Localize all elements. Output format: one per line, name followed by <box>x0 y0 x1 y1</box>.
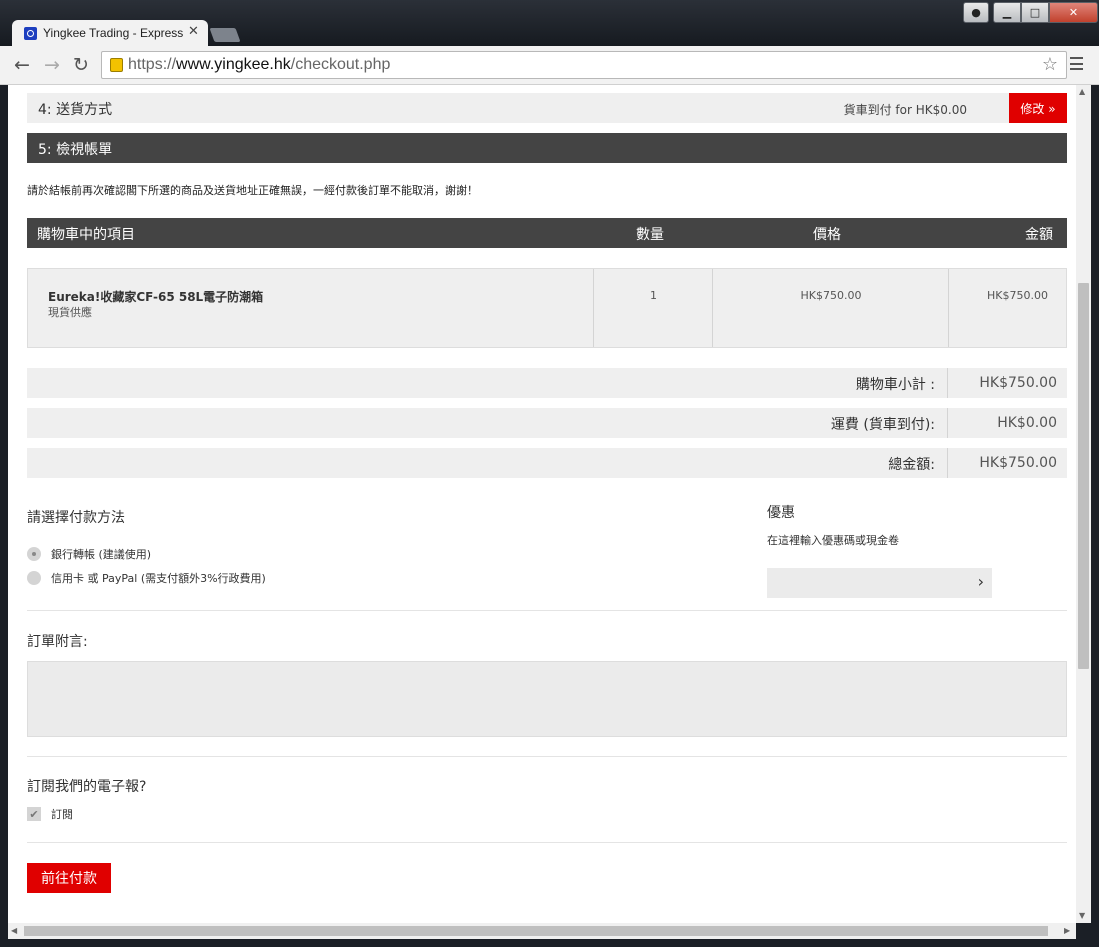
radio-bank-transfer[interactable] <box>27 547 41 561</box>
bank-transfer-label[interactable]: 銀行轉帳 (建議使用) <box>51 546 151 562</box>
product-name[interactable]: Eureka!收藏家CF-65 58L電子防潮箱 <box>48 288 263 305</box>
checkmark-icon: ✔ <box>29 807 39 821</box>
cell-qty: 1 <box>594 269 713 347</box>
horizontal-scroll-thumb[interactable] <box>24 926 1048 936</box>
divider <box>27 756 1067 757</box>
newsletter-title: 訂閱我們的電子報? <box>27 779 147 795</box>
shipping-row: 運費 (貨車到付): HK$0.00 <box>27 408 1067 438</box>
total-label: 總金額: <box>888 457 935 473</box>
browser-toolbar: ← → ↻ https://www.yingkee.hk/checkout.ph… <box>0 46 1099 85</box>
shipping-label: 運費 (貨車到付): <box>830 417 935 433</box>
step-shipping-method: 4: 送貨方式 貨車到付 for HK$0.00 修改 » <box>27 93 1067 123</box>
step4-label: 4: 送貨方式 <box>38 102 113 118</box>
vertical-scroll-thumb[interactable] <box>1078 283 1089 669</box>
close-window-button[interactable]: ✕ <box>1049 2 1098 23</box>
col-header-amount: 金額 <box>1025 227 1053 243</box>
promo-code-input[interactable]: › <box>767 568 992 598</box>
newsletter-checkbox-label[interactable]: 訂閱 <box>51 806 73 822</box>
tab-title: Yingkee Trading - Express <box>43 26 184 40</box>
forward-arrow-icon[interactable]: → <box>44 54 60 76</box>
back-arrow-icon[interactable]: ← <box>14 54 30 76</box>
user-profile-icon[interactable]: ● <box>963 2 989 23</box>
new-tab-button[interactable] <box>209 28 241 42</box>
col-header-qty: 數量 <box>636 227 664 243</box>
shipping-summary: 貨車到付 for HK$0.00 <box>843 103 967 117</box>
payment-method-title: 請選擇付款方法 <box>27 510 125 526</box>
edit-shipping-button[interactable]: 修改 » <box>1009 93 1067 123</box>
credit-card-paypal-label[interactable]: 信用卡 或 PayPal (需支付額外3%行政費用) <box>51 570 266 586</box>
cart-table-header: 購物車中的項目 數量 價格 金額 <box>27 218 1067 248</box>
lock-warning-icon[interactable] <box>110 58 123 72</box>
subtotal-value: HK$750.00 <box>947 368 1067 398</box>
divider <box>27 842 1067 843</box>
minimize-button[interactable]: ▁ <box>993 2 1021 23</box>
bookmark-star-icon[interactable]: ☆ <box>1042 54 1058 75</box>
cell-amount: HK$750.00 <box>949 269 1066 347</box>
chevron-right-icon[interactable]: › <box>978 572 984 591</box>
scroll-down-arrow-icon[interactable]: ▼ <box>1079 911 1085 920</box>
cell-price: HK$750.00 <box>713 269 949 347</box>
newsletter-checkbox[interactable]: ✔ <box>27 807 41 821</box>
divider <box>27 610 1067 611</box>
cell-product: Eureka!收藏家CF-65 58L電子防潮箱 現貨供應 <box>28 269 594 347</box>
step5-label: 5: 檢視帳單 <box>38 142 113 158</box>
total-value: HK$750.00 <box>947 448 1067 478</box>
promo-subtitle: 在這裡輸入優惠碼或現金卷 <box>767 534 899 547</box>
browser-tab[interactable]: Yingkee Trading - Express ✕ <box>12 20 208 47</box>
step-review-order: 5: 檢視帳單 <box>27 133 1067 163</box>
price-value: HK$750.00 <box>800 289 862 302</box>
total-row: 總金額: HK$750.00 <box>27 448 1067 478</box>
subtotal-row: 購物車小計 : HK$750.00 <box>27 368 1067 398</box>
amount-value: HK$750.00 <box>987 289 1048 302</box>
maximize-button[interactable]: □ <box>1021 2 1049 23</box>
scroll-right-arrow-icon[interactable]: ▶ <box>1064 926 1070 935</box>
address-bar[interactable]: https://www.yingkee.hk/checkout.php ☆ <box>101 51 1067 79</box>
scroll-left-arrow-icon[interactable]: ◀ <box>11 926 17 935</box>
window-titlebar: Yingkee Trading - Express ✕ ● ▁ □ ✕ <box>0 0 1099 47</box>
window-controls: ● ▁ □ ✕ <box>963 2 1098 23</box>
scroll-up-arrow-icon[interactable]: ▲ <box>1079 87 1085 96</box>
window-frame-left <box>0 85 8 939</box>
proceed-to-payment-button[interactable]: 前往付款 <box>27 863 111 893</box>
stock-status: 現貨供應 <box>48 306 92 319</box>
subtotal-label: 購物車小計 : <box>855 377 935 393</box>
table-row: Eureka!收藏家CF-65 58L電子防潮箱 現貨供應 1 HK$750.0… <box>27 268 1067 348</box>
vertical-scrollbar[interactable]: ▲ ▼ <box>1076 85 1091 923</box>
col-header-item: 購物車中的項目 <box>37 227 135 243</box>
order-note-title: 訂單附言: <box>27 634 88 650</box>
camera-favicon-icon <box>24 27 37 40</box>
radio-credit-card-paypal[interactable] <box>27 571 41 585</box>
promo-title: 優惠 <box>767 505 795 521</box>
window-frame-right <box>1091 85 1099 939</box>
browser-menu-icon[interactable] <box>1070 57 1083 70</box>
horizontal-scrollbar[interactable]: ◀ ▶ <box>8 923 1076 939</box>
col-header-price: 價格 <box>813 227 841 243</box>
window-frame-bottom <box>0 939 1099 947</box>
qty-value: 1 <box>650 289 657 302</box>
confirm-notice: 請於結帳前再次確認閣下所選的商品及送貨地址正確無誤，一經付款後訂單不能取消，謝謝… <box>27 184 478 197</box>
order-note-textarea[interactable] <box>27 661 1067 737</box>
reload-icon[interactable]: ↻ <box>73 54 89 76</box>
page-viewport: 4: 送貨方式 貨車到付 for HK$0.00 修改 » 5: 檢視帳單 請於… <box>8 85 1091 923</box>
url-text[interactable]: https://www.yingkee.hk/checkout.php <box>128 56 390 74</box>
shipping-value: HK$0.00 <box>947 408 1067 438</box>
tab-close-icon[interactable]: ✕ <box>188 24 199 39</box>
